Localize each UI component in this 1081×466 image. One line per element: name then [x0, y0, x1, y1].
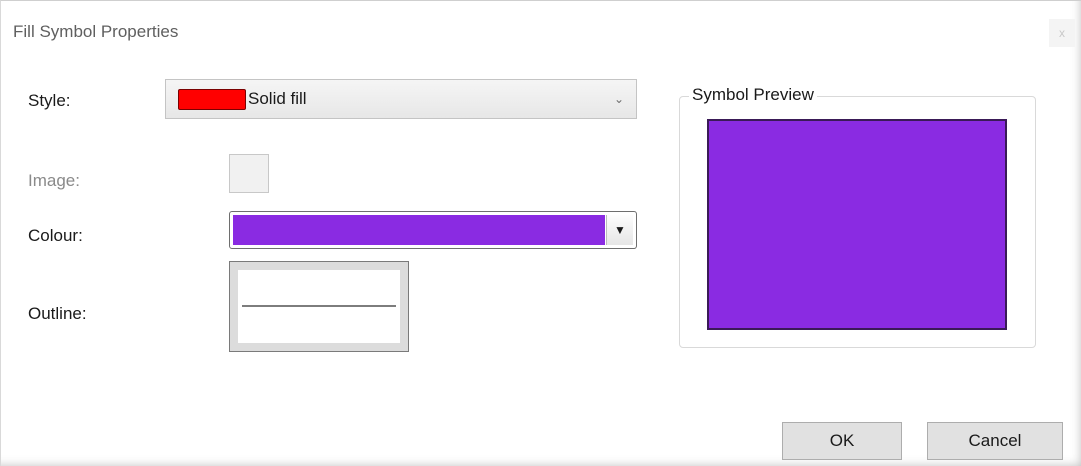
window-title: Fill Symbol Properties — [13, 22, 179, 41]
outline-label: Outline: — [28, 304, 87, 323]
colour-label: Colour: — [28, 226, 83, 245]
image-picker-button[interactable] — [229, 154, 269, 193]
outline-line-sample — [242, 305, 396, 307]
style-swatch — [178, 89, 246, 110]
style-dropdown[interactable]: Solid fill ⌄ — [165, 79, 637, 119]
cancel-button-label: Cancel — [968, 431, 1022, 450]
colour-dropdown[interactable]: ▼ — [229, 211, 637, 249]
chevron-down-icon: ⌄ — [613, 92, 624, 106]
close-icon: x — [1059, 26, 1065, 40]
triangle-down-icon: ▼ — [614, 223, 626, 237]
title-bar: Fill Symbol Properties x — [1, 1, 1081, 61]
style-label: Style: — [28, 91, 71, 110]
outline-button[interactable] — [229, 261, 409, 352]
colour-dropdown-button[interactable]: ▼ — [606, 215, 633, 245]
colour-swatch — [233, 215, 605, 245]
fill-symbol-dialog: Fill Symbol Properties x Style: Solid fi… — [0, 0, 1081, 466]
ok-button[interactable]: OK — [782, 422, 902, 460]
image-label: Image: — [28, 171, 80, 190]
outline-preview — [238, 270, 400, 343]
ok-button-label: OK — [829, 431, 855, 450]
style-value: Solid fill — [248, 89, 307, 108]
close-button[interactable]: x — [1049, 19, 1075, 47]
cancel-button[interactable]: Cancel — [927, 422, 1063, 460]
symbol-preview-group: Symbol Preview — [679, 85, 1036, 348]
symbol-preview-swatch — [707, 119, 1007, 330]
symbol-preview-legend: Symbol Preview — [689, 85, 817, 105]
